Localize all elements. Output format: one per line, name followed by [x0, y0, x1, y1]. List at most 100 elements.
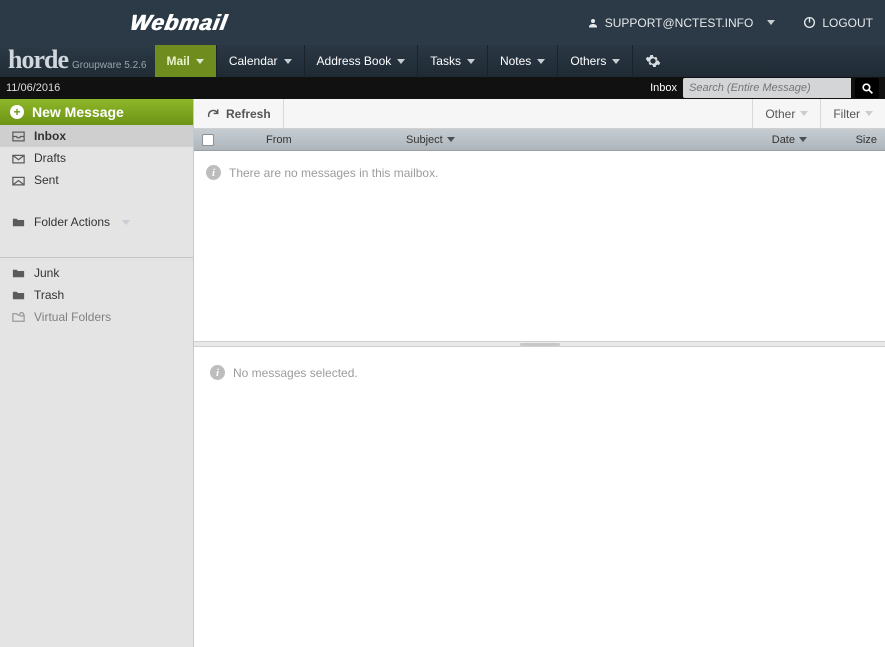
folder-icon [10, 215, 26, 230]
new-message-label: New Message [32, 104, 124, 120]
chevron-down-icon [767, 20, 775, 25]
sidebar-item-label: Drafts [34, 151, 66, 165]
column-checkbox[interactable] [194, 134, 222, 146]
app-version: Groupware 5.2.6 [72, 60, 147, 71]
nav-notes[interactable]: Notes [488, 45, 558, 77]
preview-pane: i No messages selected. [194, 347, 885, 647]
user-menu[interactable]: SUPPORT@NCTEST.INFO [587, 16, 776, 30]
splitter-handle[interactable] [194, 341, 885, 347]
sidebar-folder-trash[interactable]: Trash [0, 284, 193, 306]
refresh-icon [206, 107, 220, 121]
sidebar-item-label: Junk [34, 266, 59, 280]
sidebar-folder-sent[interactable]: Sent [0, 169, 193, 191]
chevron-down-icon [284, 59, 292, 64]
chevron-down-icon [537, 59, 545, 64]
column-date[interactable]: Date [695, 134, 815, 146]
search-field-wrap[interactable] [683, 78, 851, 98]
inbox-icon [10, 129, 26, 144]
logout-button[interactable]: LOGOUT [803, 16, 873, 30]
nav-calendar[interactable]: Calendar [217, 45, 305, 77]
chevron-down-icon [196, 59, 204, 64]
navbar: horde Groupware 5.2.6 Mail Calendar Addr… [0, 45, 885, 77]
nav-tasks[interactable]: Tasks [418, 45, 488, 77]
topbar: Webmail SUPPORT@NCTEST.INFO LOGOUT [0, 0, 885, 45]
user-icon [587, 17, 599, 29]
chevron-down-icon [447, 137, 455, 142]
column-label: Subject [406, 134, 443, 146]
column-size[interactable]: Size [815, 134, 885, 146]
nav-others[interactable]: Others [558, 45, 633, 77]
column-header-row: From Subject Date Size [194, 129, 885, 151]
nav-label: Others [570, 54, 606, 68]
folder-icon [10, 266, 26, 281]
checkbox-icon [202, 134, 214, 146]
main: + New Message Inbox Drafts Sent [0, 99, 885, 647]
nav-label: Mail [167, 54, 190, 68]
refresh-button[interactable]: Refresh [194, 99, 284, 128]
sidebar-divider [0, 257, 193, 258]
chevron-down-icon [865, 111, 873, 116]
search-input[interactable] [689, 82, 851, 94]
refresh-label: Refresh [226, 107, 271, 121]
filter-label: Filter [833, 107, 860, 121]
chevron-down-icon [800, 111, 808, 116]
gear-icon [645, 53, 661, 69]
sent-icon [10, 173, 26, 188]
nav-address-book[interactable]: Address Book [305, 45, 419, 77]
logout-icon [803, 16, 816, 29]
sidebar-item-label: Trash [34, 288, 64, 302]
search-button[interactable] [855, 78, 879, 98]
sidebar-item-label: Sent [34, 173, 59, 187]
info-strip: 11/06/2016 Inbox [0, 77, 885, 99]
column-label: From [266, 134, 292, 146]
empty-preview-message: i No messages selected. [194, 347, 885, 398]
sidebar-item-label: Inbox [34, 129, 66, 143]
content: Refresh Other Filter From Subject Date [194, 99, 885, 647]
search-icon [861, 82, 874, 95]
column-from[interactable]: From [258, 134, 398, 146]
info-icon: i [206, 165, 221, 180]
nav-label: Notes [500, 54, 531, 68]
column-label: Date [772, 134, 795, 146]
sidebar-virtual-folders[interactable]: Virtual Folders [0, 306, 193, 328]
sidebar-folder-actions[interactable]: Folder Actions [0, 211, 193, 233]
sidebar: + New Message Inbox Drafts Sent [0, 99, 194, 647]
sidebar-item-label: Folder Actions [34, 215, 110, 229]
nav-label: Tasks [430, 54, 461, 68]
virtual-folder-icon [10, 310, 26, 325]
horde-logo[interactable]: horde Groupware 5.2.6 [0, 45, 155, 77]
toolbar: Refresh Other Filter [194, 99, 885, 129]
sidebar-folder-drafts[interactable]: Drafts [0, 147, 193, 169]
sidebar-folder-junk[interactable]: Junk [0, 262, 193, 284]
chevron-down-icon [799, 137, 807, 142]
message-list: i There are no messages in this mailbox. [194, 151, 885, 341]
empty-list-text: There are no messages in this mailbox. [229, 166, 438, 180]
empty-preview-text: No messages selected. [233, 366, 358, 380]
nav-label: Calendar [229, 54, 278, 68]
drafts-icon [10, 151, 26, 166]
user-label: SUPPORT@NCTEST.INFO [605, 16, 754, 30]
empty-list-message: i There are no messages in this mailbox. [194, 151, 885, 194]
column-label: Size [856, 134, 877, 146]
current-folder-label: Inbox [650, 82, 677, 94]
nav-mail[interactable]: Mail [155, 45, 217, 77]
nav-settings[interactable] [633, 45, 673, 77]
nav-label: Address Book [317, 54, 392, 68]
app-logo-text: horde [8, 45, 68, 75]
filter-menu[interactable]: Filter [820, 99, 885, 128]
other-label: Other [765, 107, 795, 121]
sidebar-folder-inbox[interactable]: Inbox [0, 125, 193, 147]
logout-label: LOGOUT [822, 16, 873, 30]
info-icon: i [210, 365, 225, 380]
plus-icon: + [10, 105, 24, 119]
column-subject[interactable]: Subject [398, 134, 695, 146]
webmail-brand: Webmail [128, 10, 230, 36]
chevron-down-icon [612, 59, 620, 64]
date-display: 11/06/2016 [6, 82, 60, 94]
folder-icon [10, 288, 26, 303]
other-menu[interactable]: Other [752, 99, 820, 128]
chevron-down-icon [397, 59, 405, 64]
chevron-down-icon [467, 59, 475, 64]
new-message-button[interactable]: + New Message [0, 99, 193, 125]
chevron-down-icon [122, 220, 130, 225]
